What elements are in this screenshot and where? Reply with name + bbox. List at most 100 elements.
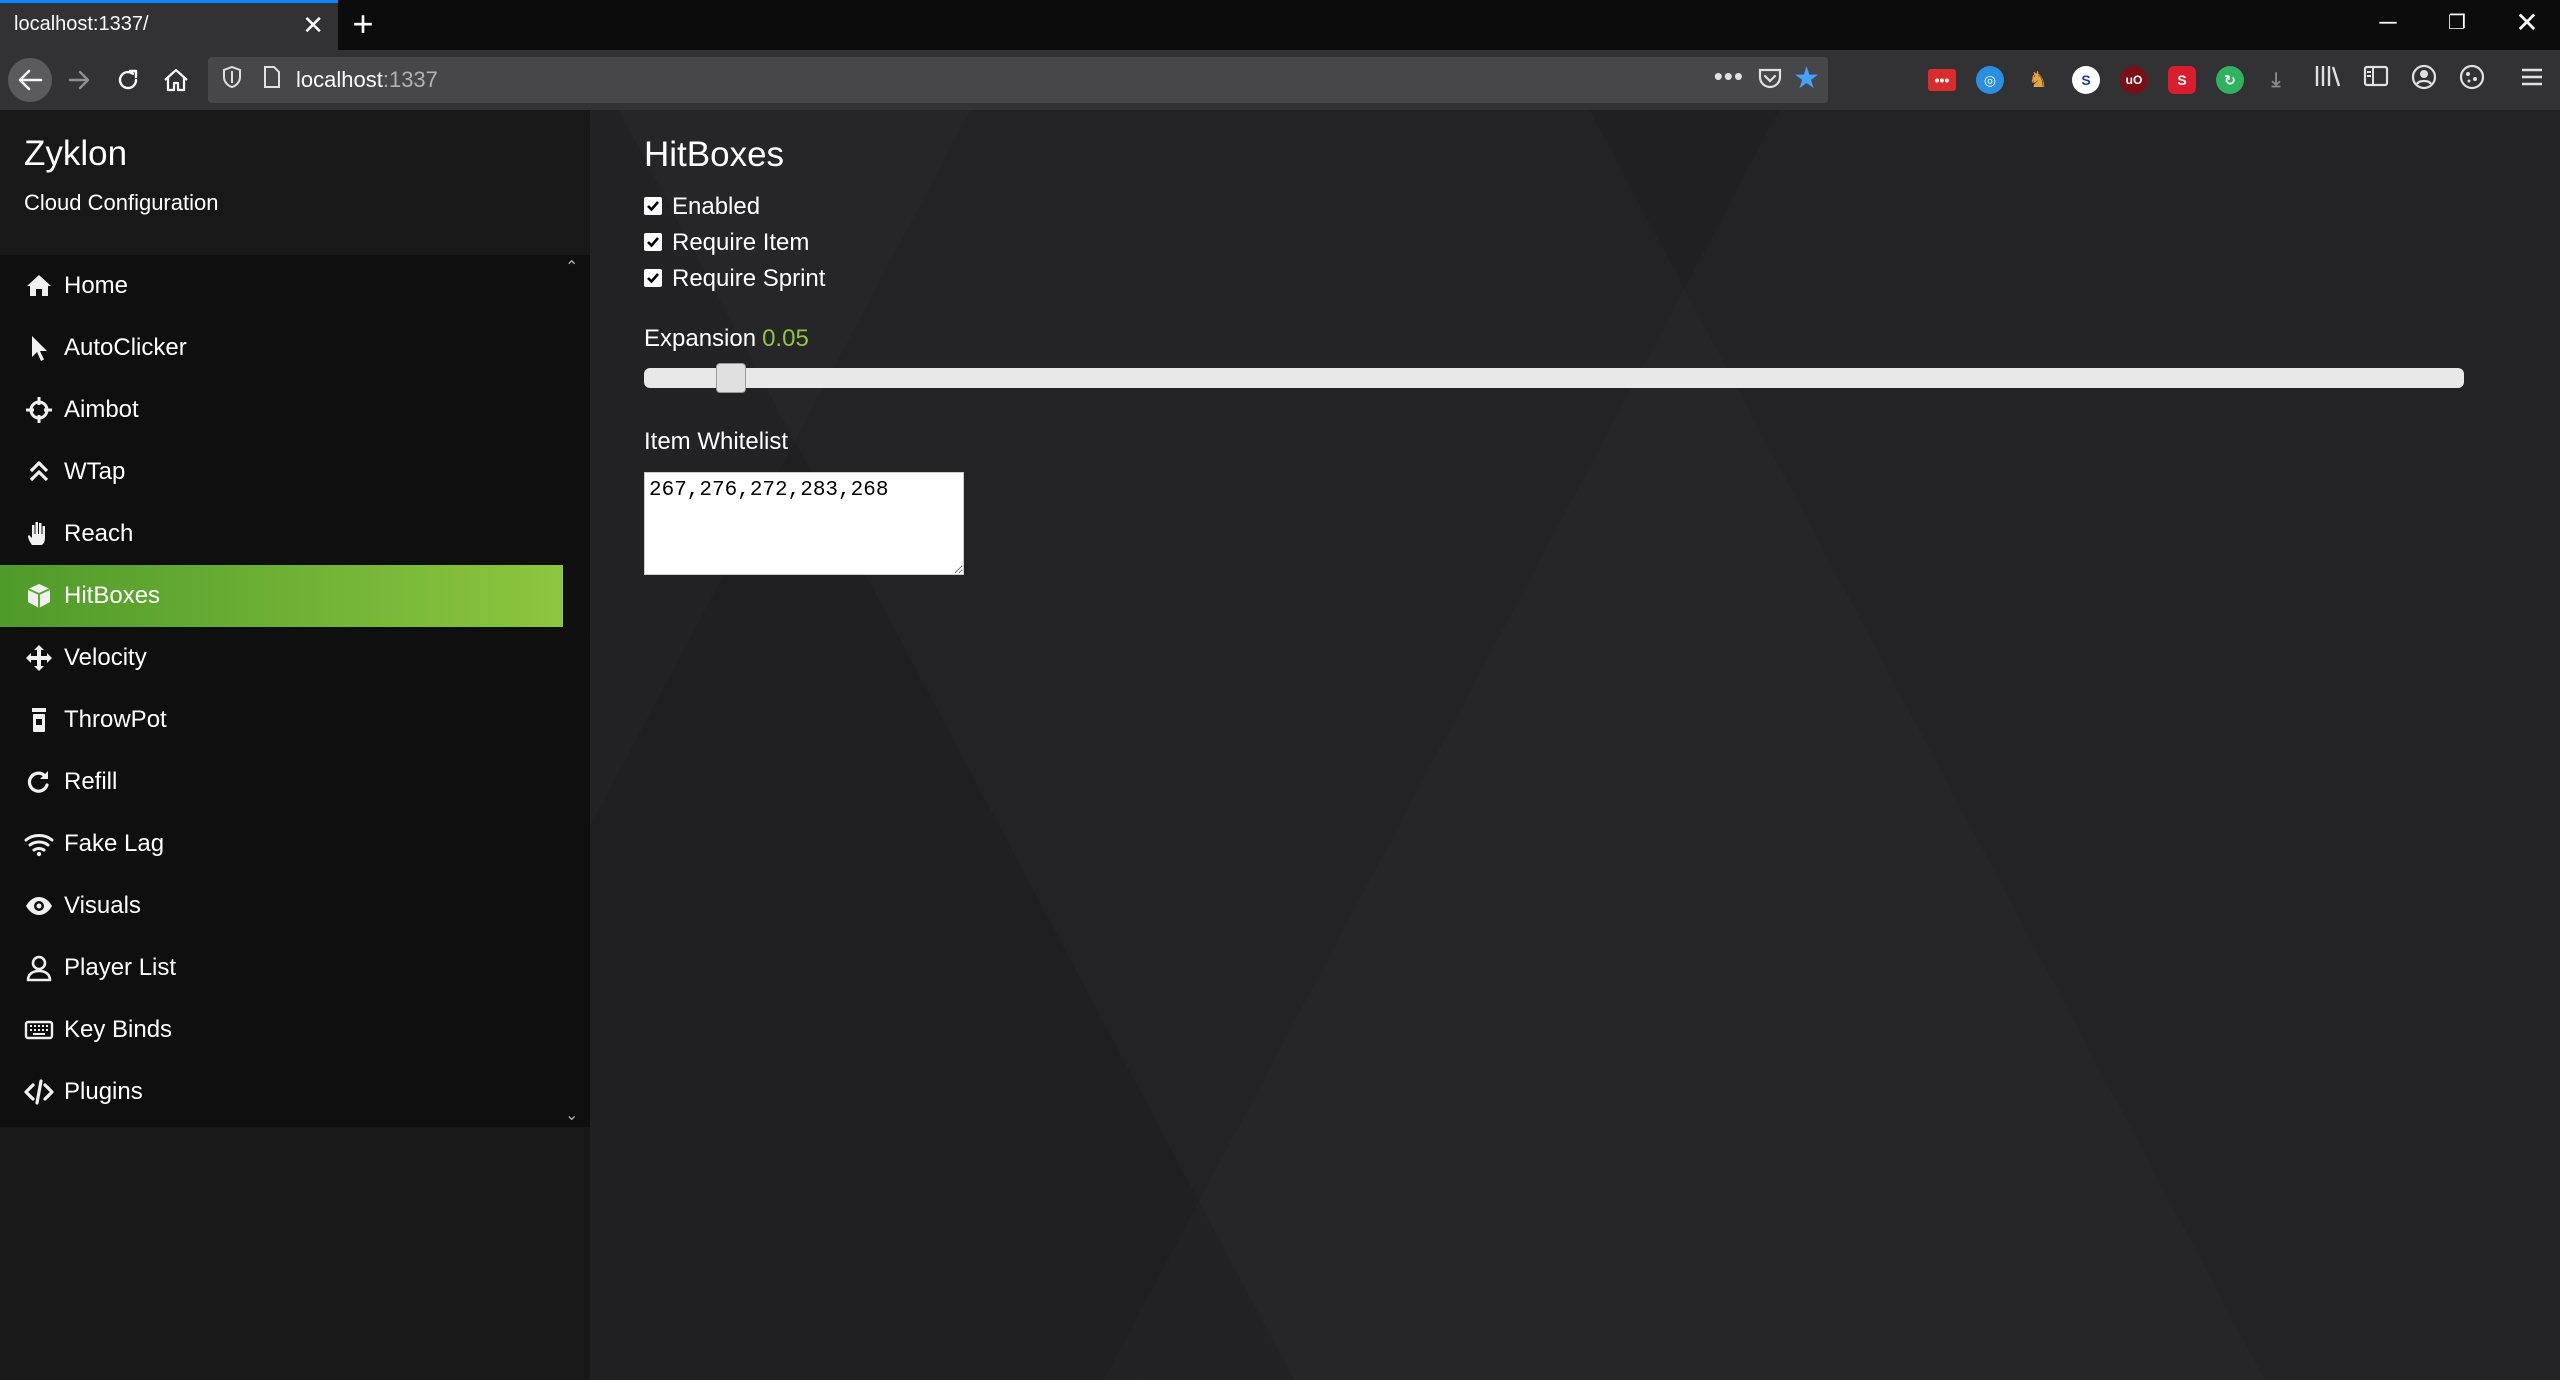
- url-port: :1337: [382, 67, 438, 92]
- pocket-icon[interactable]: [1758, 67, 1782, 91]
- sidebar-item-label: Aimbot: [64, 396, 139, 423]
- sidebar-item-reach[interactable]: Reach: [0, 503, 563, 565]
- require-sprint-checkbox[interactable]: [644, 269, 662, 287]
- brand-subtitle: Cloud Configuration: [24, 190, 219, 215]
- sidebar-item-fake-lag[interactable]: Fake Lag: [0, 813, 563, 875]
- require-item-label: Require Item: [672, 229, 810, 256]
- redo-icon: [27, 771, 49, 793]
- home-button[interactable]: [156, 60, 196, 100]
- wifi-icon: [24, 834, 54, 857]
- extension-fox-icon[interactable]: ♞: [2024, 66, 2052, 94]
- sidebar-item-label: Home: [64, 272, 129, 299]
- sidebar-item-visuals[interactable]: Visuals: [0, 875, 563, 937]
- require-sprint-label: Require Sprint: [672, 265, 826, 292]
- home-icon: [164, 68, 188, 92]
- user-icon: [26, 955, 52, 982]
- sidebar-item-wtap[interactable]: WTap: [0, 441, 563, 503]
- reload-button[interactable]: [108, 60, 148, 100]
- sidebar: Zyklon Cloud Configuration ⌃ Home AutoCl…: [0, 110, 590, 1380]
- item-whitelist-label: Item Whitelist: [644, 428, 789, 455]
- sidebar-item-player-list[interactable]: Player List: [0, 937, 563, 999]
- cube-icon: [27, 584, 51, 608]
- tab-close-icon[interactable]: ✕: [302, 10, 324, 40]
- eye-icon: [26, 897, 52, 915]
- check-icon: [647, 237, 659, 248]
- sidebar-item-autoclicker[interactable]: AutoClicker: [0, 317, 563, 379]
- extension-s-icon[interactable]: S: [2072, 66, 2100, 94]
- require-item-checkbox[interactable]: [644, 233, 662, 251]
- check-icon: [647, 273, 659, 284]
- item-whitelist-input[interactable]: 267,276,272,283,268: [644, 472, 964, 575]
- sidebar-item-label: Player List: [64, 954, 177, 981]
- url-bar[interactable]: localhost:1337 ••• ★: [208, 57, 1828, 103]
- browser-tab[interactable]: localhost:1337/ ✕: [0, 0, 338, 50]
- sidebar-item-label: Fake Lag: [64, 830, 165, 857]
- home-icon: [27, 275, 51, 296]
- url-text[interactable]: localhost:1337: [296, 67, 438, 93]
- sidebar-item-label: Visuals: [64, 892, 141, 919]
- tab-strip: localhost:1337/ ✕ + ─ ❐ ✕: [0, 0, 2560, 50]
- back-button[interactable]: [8, 58, 52, 102]
- url-host: localhost: [296, 67, 383, 92]
- enabled-checkbox[interactable]: [644, 197, 662, 215]
- extension-download-icon[interactable]: ⤓: [2262, 66, 2290, 94]
- sidebar-item-label: Refill: [64, 768, 118, 795]
- close-window-button[interactable]: ✕: [2507, 8, 2547, 38]
- library-icon[interactable]: [2312, 64, 2344, 96]
- minimize-button[interactable]: ─: [2368, 8, 2408, 38]
- arrows-move-icon: [26, 645, 52, 671]
- expansion-value: 0.05: [762, 325, 809, 352]
- page-info-icon[interactable]: [258, 66, 286, 94]
- hamburger-menu-icon[interactable]: [2516, 64, 2548, 96]
- sidebar-item-refill[interactable]: Refill: [0, 751, 563, 813]
- sidebar-item-home[interactable]: Home: [0, 255, 563, 317]
- expansion-slider-thumb[interactable]: [716, 363, 746, 393]
- scroll-up-icon[interactable]: ⌃: [565, 257, 578, 277]
- page-title: HitBoxes: [644, 135, 785, 174]
- crosshairs-icon: [26, 397, 52, 423]
- bookmark-star-icon[interactable]: ★: [1793, 61, 1820, 96]
- extension-sync-icon[interactable]: ↻: [2216, 66, 2244, 94]
- tab-title: localhost:1337/: [14, 13, 149, 35]
- navigation-toolbar: localhost:1337 ••• ★ ••• ◎ ♞ S uO S ↻ ⤓: [0, 50, 2560, 110]
- forward-button[interactable]: [60, 60, 100, 100]
- sidebar-item-label: AutoClicker: [64, 334, 187, 361]
- sidebar-item-throwpot[interactable]: ThrowPot: [0, 689, 563, 751]
- keyboard-icon: [24, 1020, 54, 1040]
- sidebar-item-aimbot[interactable]: Aimbot: [0, 379, 563, 441]
- sidebar-item-velocity[interactable]: Velocity: [0, 627, 563, 689]
- expansion-label-row: Expansion 0.05: [644, 325, 809, 353]
- mouse-pointer-icon: [32, 336, 47, 361]
- main-content: HitBoxes Enabled Require Item Require Sp…: [590, 110, 2560, 1380]
- sidebar-item-key-binds[interactable]: Key Binds: [0, 999, 563, 1061]
- sidebar-item-label: ThrowPot: [64, 706, 167, 733]
- arrow-right-icon: [68, 70, 90, 90]
- sidebar-item-label: Velocity: [64, 644, 147, 671]
- tracking-shield-icon[interactable]: [218, 65, 246, 94]
- extension-lastpass-icon[interactable]: •••: [1928, 69, 1956, 91]
- reload-icon: [118, 69, 138, 90]
- sidebar-item-label: Key Binds: [64, 1016, 173, 1043]
- page-actions-icon[interactable]: •••: [1714, 61, 1744, 92]
- restore-button[interactable]: ❐: [2437, 8, 2477, 38]
- code-icon: [24, 1079, 54, 1105]
- extension-ublock-icon[interactable]: uO: [2120, 66, 2148, 94]
- sidebar-item-plugins[interactable]: Plugins: [0, 1061, 563, 1123]
- new-tab-button[interactable]: +: [348, 4, 378, 44]
- account-icon[interactable]: [2408, 64, 2440, 96]
- scroll-down-icon[interactable]: ⌄: [565, 1105, 578, 1125]
- check-icon: [647, 201, 659, 212]
- extension-red-s-icon[interactable]: S: [2168, 66, 2196, 94]
- sidebar-item-hitboxes[interactable]: HitBoxes: [0, 565, 563, 627]
- sidebar-item-label: Reach: [64, 520, 134, 547]
- double-chevron-up-icon: [29, 461, 49, 482]
- sidebar-toggle-icon[interactable]: [2360, 64, 2392, 96]
- sidebar-menu[interactable]: ⌃ Home AutoClicker Aimbot WTap Reach Hit…: [0, 255, 590, 1127]
- expansion-label: Expansion: [644, 325, 757, 352]
- hand-icon: [28, 522, 45, 545]
- brand-title: Zyklon: [24, 134, 128, 173]
- extension-globe-icon[interactable]: ◎: [1976, 66, 2004, 94]
- expansion-slider[interactable]: [644, 363, 2464, 393]
- extension-cookie-icon[interactable]: [2456, 64, 2488, 96]
- page: Zyklon Cloud Configuration ⌃ Home AutoCl…: [0, 110, 2560, 1380]
